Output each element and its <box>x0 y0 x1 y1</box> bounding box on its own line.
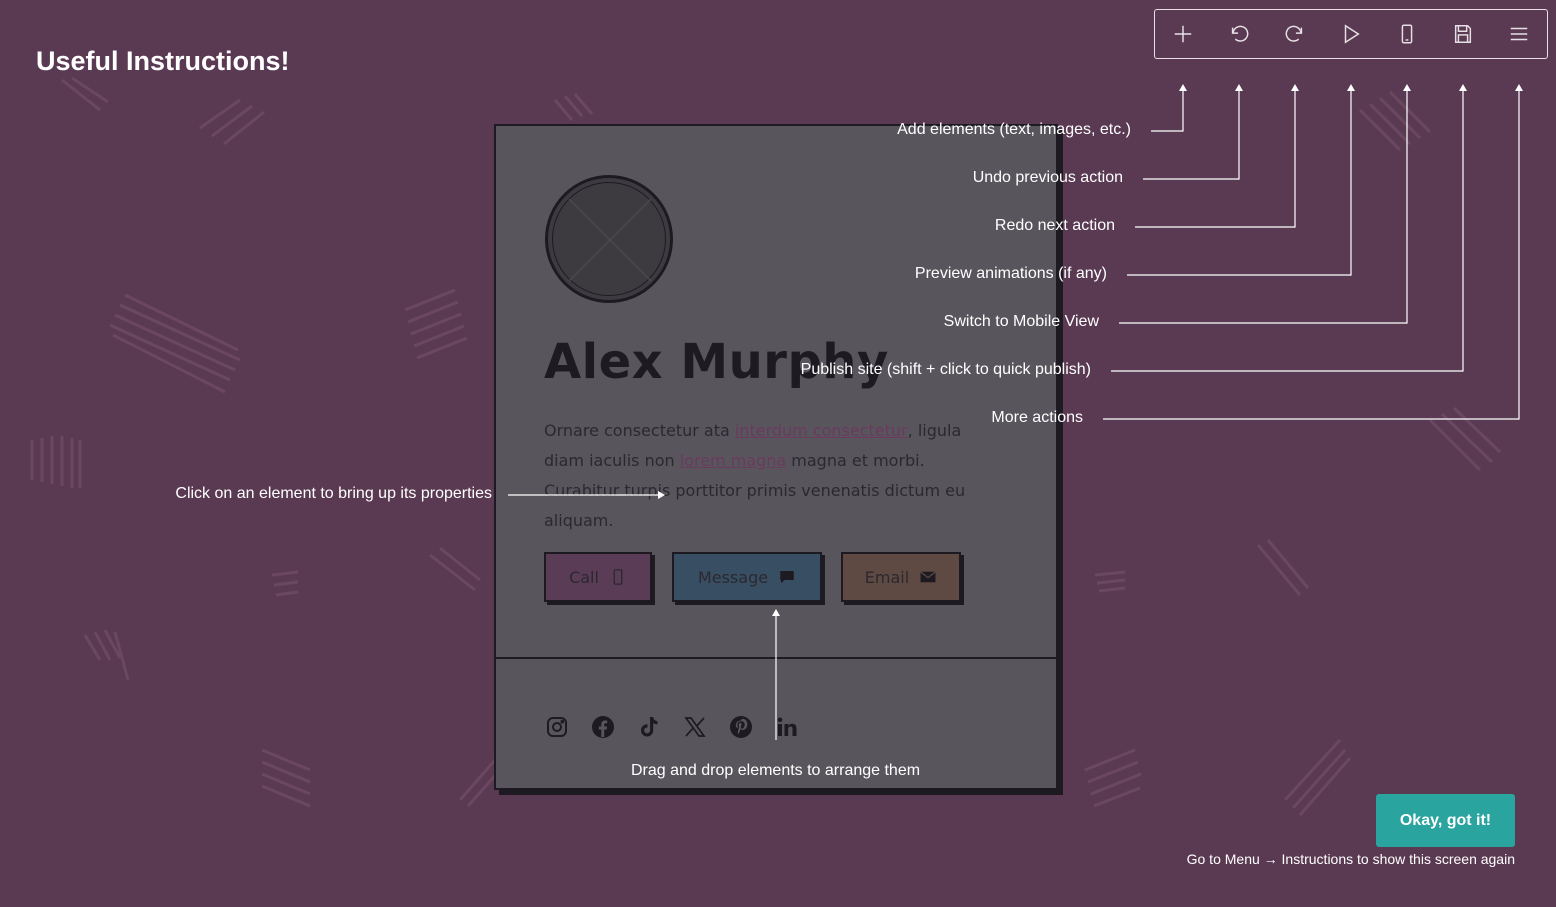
avatar[interactable] <box>545 175 673 303</box>
annotation-more: More actions <box>991 409 1083 426</box>
preview-button[interactable] <box>1323 10 1379 58</box>
publish-button[interactable] <box>1435 10 1491 58</box>
annotation-mobile: Switch to Mobile View <box>943 313 1099 330</box>
linkedin-icon <box>777 717 797 736</box>
play-icon <box>1344 24 1360 44</box>
instagram-link[interactable] <box>544 714 570 740</box>
redo-icon <box>1285 25 1303 42</box>
email-button[interactable]: Email <box>841 552 961 602</box>
add-element-button[interactable] <box>1155 10 1211 58</box>
annotation-redo: Redo next action <box>994 217 1115 234</box>
editor-toolbar <box>1154 9 1548 59</box>
chat-bubble-icon <box>780 571 794 583</box>
annotation-preview: Preview animations (if any) <box>914 265 1107 282</box>
facebook-link[interactable] <box>590 714 616 740</box>
message-button[interactable]: Message <box>672 552 822 602</box>
undo-button[interactable] <box>1211 10 1267 58</box>
call-button-label: Call <box>569 567 599 587</box>
profile-bio[interactable]: Ornare consectetur ata interdum consecte… <box>544 416 984 536</box>
image-placeholder-icon <box>568 198 652 282</box>
annotation-click-element: Click on an element to bring up its prop… <box>175 485 492 502</box>
page-title: Useful Instructions! <box>36 46 290 76</box>
envelope-icon <box>920 571 937 583</box>
tiktok-link[interactable] <box>636 714 662 740</box>
linkedin-link[interactable] <box>774 714 800 740</box>
facebook-icon <box>592 716 614 738</box>
more-actions-button[interactable] <box>1491 10 1547 58</box>
x-link[interactable] <box>682 714 708 740</box>
social-links <box>544 714 800 740</box>
menu-icon <box>1510 27 1528 41</box>
bio-link[interactable]: lorem magna <box>680 451 786 470</box>
undo-icon <box>1231 25 1249 42</box>
call-button[interactable]: Call <box>544 552 652 602</box>
bio-link[interactable]: interdum consectetur <box>735 421 908 440</box>
pinterest-link[interactable] <box>728 714 754 740</box>
instructions-hint: Go to Menu → Instructions to show this s… <box>1186 851 1515 867</box>
redo-button[interactable] <box>1267 10 1323 58</box>
pinterest-icon <box>730 716 752 738</box>
avatar-placeholder <box>552 182 666 296</box>
mobile-view-button[interactable] <box>1379 10 1435 58</box>
annotation-add: Add elements (text, images, etc.) <box>897 121 1131 138</box>
annotation-drag-drop: Drag and drop elements to arrange them <box>631 762 921 779</box>
plus-icon <box>1174 25 1192 43</box>
profile-card[interactable]: Alex Murphy Ornare consectetur ata inter… <box>494 124 1058 790</box>
x-icon <box>684 717 706 737</box>
tiktok-icon <box>641 717 658 737</box>
mobile-icon <box>1401 24 1413 44</box>
instagram-icon <box>547 717 567 737</box>
okay-got-it-button[interactable]: Okay, got it! <box>1376 794 1515 847</box>
annotation-undo: Undo previous action <box>972 169 1123 186</box>
bio-text: Ornare consectetur ata <box>544 421 735 440</box>
email-button-label: Email <box>864 567 910 587</box>
save-icon <box>1454 25 1472 43</box>
message-button-label: Message <box>697 567 769 587</box>
card-divider <box>496 657 1056 659</box>
annotation-publish: Publish site (shift + click to quick pub… <box>800 361 1091 378</box>
phone-icon <box>613 569 623 585</box>
